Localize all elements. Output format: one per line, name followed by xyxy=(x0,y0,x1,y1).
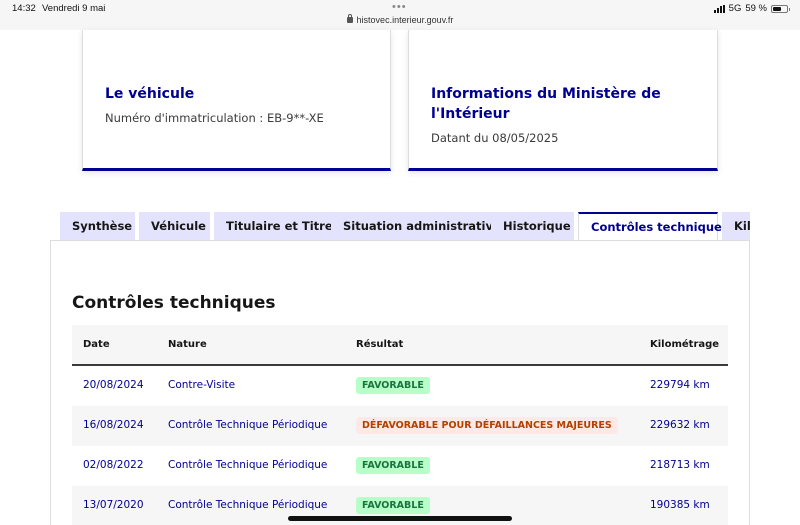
section-title: Contrôles techniques xyxy=(72,293,276,313)
table-row: 02/08/2022 Contrôle Technique Périodique… xyxy=(72,446,728,486)
result-badge: DÉFAVORABLE POUR DÉFAILLANCES MAJEURES xyxy=(356,417,618,434)
table-row: 16/08/2024 Contrôle Technique Périodique… xyxy=(72,406,728,446)
row-km: 229794 km xyxy=(650,379,710,391)
result-badge: FAVORABLE xyxy=(356,457,430,474)
result-badge: FAVORABLE xyxy=(356,497,430,514)
row-nature: Contrôle Technique Périodique xyxy=(168,459,328,471)
row-date: 02/08/2022 xyxy=(83,459,144,471)
status-indicators: 5G 59 % xyxy=(713,3,790,14)
tab-vehicule[interactable]: Véhicule xyxy=(139,212,210,240)
battery-label: 59 % xyxy=(745,3,767,14)
address-bar[interactable]: histovec.interieur.gouv.fr xyxy=(0,14,800,25)
header-nature: Nature xyxy=(168,339,207,350)
plate-number: Numéro d'immatriculation : EB-9**-XE xyxy=(105,111,324,125)
signal-icon xyxy=(713,4,725,13)
header-result: Résultat xyxy=(356,339,404,350)
row-km: 218713 km xyxy=(650,459,710,471)
lock-icon xyxy=(346,14,353,23)
row-date: 13/07/2020 xyxy=(83,499,144,511)
tab-bar: Synthèse Véhicule Titulaire et Titre Sit… xyxy=(60,212,750,240)
header-km: Kilométrage xyxy=(650,339,720,350)
vehicle-card-title: Le véhicule xyxy=(105,86,195,102)
ministry-card-title: Informations du Ministère de l'Intérieur xyxy=(431,86,661,122)
table-header: Date Nature Résultat Kilométrage xyxy=(72,325,728,366)
home-indicator[interactable] xyxy=(288,516,512,521)
ministry-card: Informations du Ministère de l'Intérieur… xyxy=(408,30,718,171)
row-date: 20/08/2024 xyxy=(83,379,144,391)
tab-kilometrage[interactable]: Kilométrage xyxy=(722,212,750,240)
status-date: Vendredi 9 mai xyxy=(42,3,106,14)
more-dots-icon[interactable]: ••• xyxy=(392,1,407,13)
status-time: 14:32 xyxy=(12,3,36,14)
battery-fill xyxy=(773,6,781,11)
status-bar: 14:32 Vendredi 9 mai ••• histovec.interi… xyxy=(0,0,800,30)
row-nature: Contrôle Technique Périodique xyxy=(168,419,328,431)
battery-icon xyxy=(771,4,790,13)
result-badge: FAVORABLE xyxy=(356,377,430,394)
ministry-date: Datant du 08/05/2025 xyxy=(431,131,559,145)
row-nature: Contrôle Technique Périodique xyxy=(168,499,328,511)
url-text: histovec.interieur.gouv.fr xyxy=(356,15,454,25)
vehicle-card: Le véhicule Numéro d'immatriculation : E… xyxy=(82,30,391,171)
row-date: 16/08/2024 xyxy=(83,419,144,431)
tab-controles-techniques[interactable]: Contrôles techniques xyxy=(578,212,729,240)
row-km: 229632 km xyxy=(650,419,710,431)
table-row: 20/08/2024 Contre-Visite FAVORABLE 22979… xyxy=(72,366,728,406)
tab-historique[interactable]: Historique xyxy=(491,212,574,240)
network-label: 5G xyxy=(728,3,742,14)
row-km: 190385 km xyxy=(650,499,710,511)
row-nature: Contre-Visite xyxy=(168,379,236,391)
tab-synthese[interactable]: Synthèse xyxy=(60,212,135,240)
header-date: Date xyxy=(83,339,110,350)
